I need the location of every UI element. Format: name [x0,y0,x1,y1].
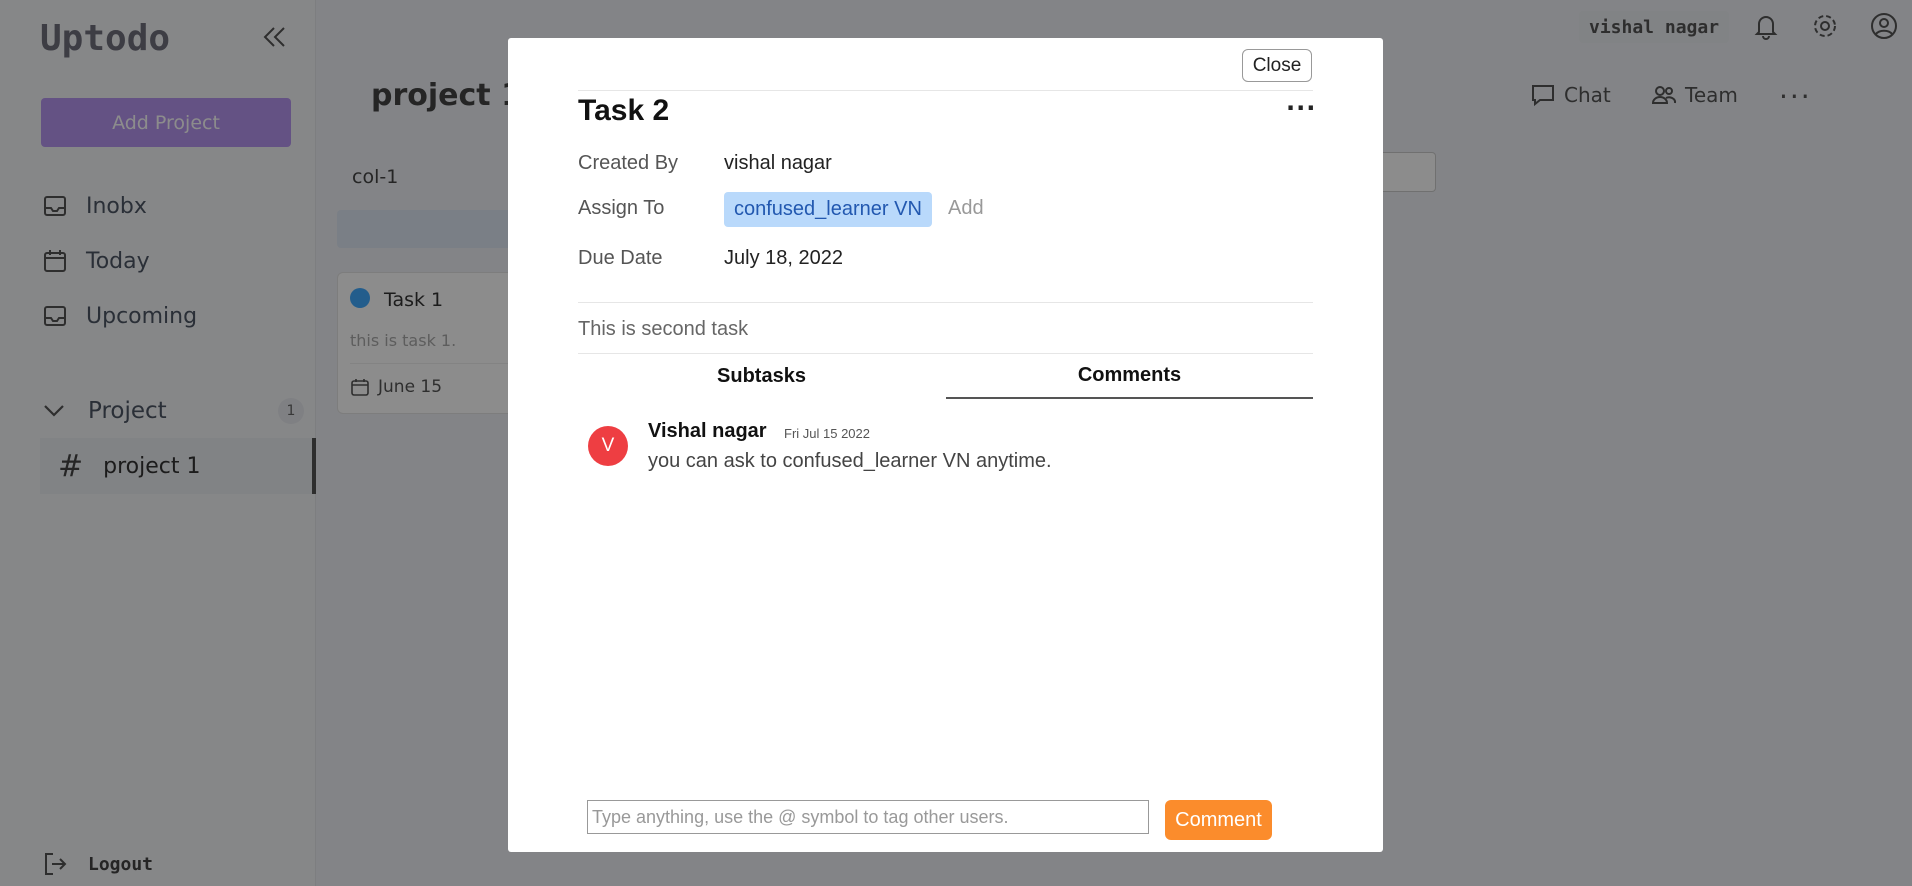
divider [578,90,1313,91]
task-title: Task 2 [578,94,670,127]
due-date-value[interactable]: July 18, 2022 [724,247,843,270]
add-assignee-button[interactable]: Add [948,197,984,220]
comment-input[interactable] [587,800,1149,834]
task-description[interactable]: This is second task [578,318,748,341]
comment-timestamp: Fri Jul 15 2022 [784,426,870,441]
tab-comments[interactable]: Comments [946,354,1313,399]
comment-text: you can ask to confused_learner VN anyti… [648,450,1052,472]
task-detail-modal: Close Task 2 ... Created By vishal nagar… [508,38,1383,852]
close-button[interactable]: Close [1242,49,1312,82]
created-by-value: vishal nagar [724,152,832,174]
assignee-tag[interactable]: confused_learner VN [724,192,932,227]
comment-author: Vishal nagar [648,420,767,442]
tab-subtasks[interactable]: Subtasks [578,354,945,399]
divider [578,302,1313,303]
due-date-label: Due Date [578,247,663,269]
task-more-button[interactable]: ... [1286,88,1316,116]
assign-to-label: Assign To [578,197,665,219]
created-by-label: Created By [578,152,679,174]
comment-submit-button[interactable]: Comment [1165,800,1272,840]
avatar: V [588,426,628,466]
